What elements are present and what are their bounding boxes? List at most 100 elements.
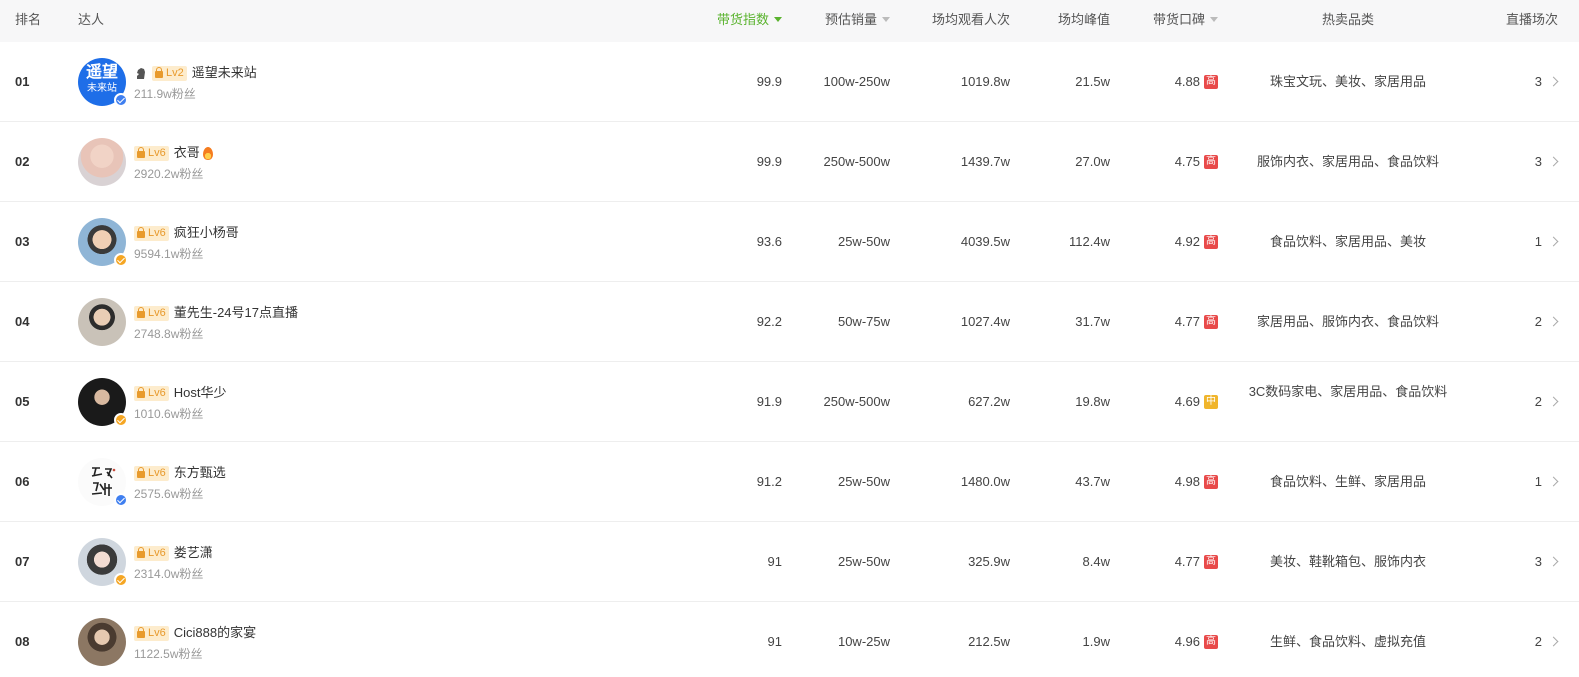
- influencer-name-line[interactable]: Lv6 疯狂小杨哥: [134, 223, 239, 243]
- chevron-right-icon[interactable]: [1548, 236, 1559, 247]
- streams-value: 1: [1534, 474, 1542, 489]
- rating-badge: 高: [1204, 315, 1218, 329]
- table-row[interactable]: 03 Lv6 疯狂小杨哥 9594.1w粉丝 93.6 25w-50w 4039…: [0, 202, 1579, 282]
- fans-count: 1010.6w粉丝: [134, 407, 204, 421]
- level-text: Lv6: [148, 547, 166, 559]
- chevron-right-icon[interactable]: [1548, 316, 1559, 327]
- verified-icon: [114, 493, 128, 507]
- header-score-label: 带货指数: [716, 12, 769, 27]
- avatar[interactable]: [78, 138, 126, 186]
- chevron-right-icon[interactable]: [1548, 396, 1559, 407]
- influencer-name-line[interactable]: Lv6 东方甄选: [134, 463, 226, 483]
- influencer-name[interactable]: 衣哥: [174, 143, 200, 163]
- viewers-value: 1027.4w: [960, 314, 1010, 329]
- sales-value: 25w-50w: [837, 474, 890, 489]
- rank-number: 06: [15, 474, 30, 489]
- sales-value: 250w-500w: [823, 154, 891, 169]
- level-text: Lv6: [148, 307, 166, 319]
- rank-number: 07: [15, 554, 30, 569]
- level-badge: Lv6: [134, 385, 169, 401]
- chevron-right-icon[interactable]: [1548, 556, 1559, 567]
- knight-icon: [137, 68, 145, 79]
- fans-count: 2314.0w粉丝: [134, 567, 204, 581]
- header-viewers: 场均观看人次: [931, 12, 1010, 27]
- streams-value: 1: [1534, 234, 1542, 249]
- avatar-image: [78, 618, 126, 666]
- lock-icon: [155, 66, 163, 78]
- avatar[interactable]: [78, 378, 128, 427]
- influencer-name[interactable]: 疯狂小杨哥: [174, 223, 239, 243]
- categories-value: 食品饮料、家居用品、美妆: [1269, 234, 1426, 249]
- influencer-name[interactable]: 董先生-24号17点直播: [174, 303, 298, 323]
- lock-icon: [137, 306, 145, 318]
- level-text: Lv2: [166, 67, 184, 79]
- rank-number: 01: [15, 74, 30, 89]
- influencer-name-line[interactable]: Lv6 董先生-24号17点直播: [134, 303, 298, 323]
- categories-value: 生鲜、食品饮料、虚拟充值: [1269, 634, 1426, 649]
- sales-value: 50w-75w: [837, 314, 890, 329]
- streams-value: 2: [1534, 314, 1542, 329]
- avatar[interactable]: [78, 618, 126, 666]
- avatar-text: 遥望: [85, 64, 118, 81]
- influencer-name[interactable]: Host华少: [174, 383, 227, 403]
- level-text: Lv6: [148, 147, 166, 159]
- rating-value: 4.98: [1174, 474, 1200, 489]
- table-row[interactable]: 05 Lv6 Host华少 1010.6w粉丝 91.9 250w-500w 6…: [0, 362, 1579, 442]
- streams-value: 3: [1534, 554, 1542, 569]
- score-value: 91: [767, 554, 782, 569]
- header-sales-label: 预估销量: [824, 12, 877, 27]
- influencer-name-line[interactable]: Lv6 娄艺潇: [134, 543, 213, 563]
- avatar[interactable]: 遥望 未来站: [78, 58, 128, 107]
- influencer-name[interactable]: 东方甄选: [174, 463, 226, 483]
- influencer-name-line[interactable]: Lv6 Host华少: [134, 383, 226, 403]
- rank-number: 05: [15, 394, 30, 409]
- sales-value: 250w-500w: [823, 394, 891, 409]
- level-text: Lv6: [148, 627, 166, 639]
- verified-icon: [114, 253, 128, 267]
- lock-icon: [137, 626, 145, 638]
- influencer-name[interactable]: 遥望未来站: [192, 63, 257, 83]
- peak-value: 27.0w: [1075, 154, 1110, 169]
- rating-badge: 高: [1204, 235, 1218, 249]
- level-badge: Lv6: [134, 225, 169, 241]
- score-value: 93.6: [756, 234, 782, 249]
- table-row[interactable]: 01 遥望 未来站 Lv2 遥望未来站 211.9w粉丝 99.9 100w-2…: [0, 42, 1579, 122]
- streams-value: 3: [1534, 154, 1542, 169]
- verified-icon: [114, 573, 128, 587]
- categories-value: 珠宝文玩、美妆、家居用品: [1269, 74, 1426, 89]
- level-text: Lv6: [148, 387, 166, 399]
- chevron-right-icon[interactable]: [1548, 476, 1559, 487]
- influencer-name[interactable]: 娄艺潇: [174, 543, 213, 563]
- influencer-name[interactable]: Cici888的家宴: [174, 623, 256, 643]
- categories-value: 3C数码家电、家居用品、食品饮料: [1248, 384, 1448, 399]
- avatar[interactable]: [78, 538, 128, 587]
- fire-icon: [202, 146, 213, 160]
- chevron-right-icon[interactable]: [1548, 636, 1559, 647]
- rating-value: 4.96: [1174, 634, 1200, 649]
- rating-badge: 高: [1204, 155, 1218, 169]
- header-sales-sort[interactable]: 预估销量: [790, 0, 890, 42]
- influencer-name-line[interactable]: Lv6 Cici888的家宴: [134, 623, 256, 643]
- peak-value: 31.7w: [1075, 314, 1110, 329]
- influencer-name-line[interactable]: Lv6 衣哥: [134, 143, 213, 163]
- table-row[interactable]: 04 Lv6 董先生-24号17点直播 2748.8w粉丝 92.2 50w-7…: [0, 282, 1579, 362]
- table-row[interactable]: 06 Lv6 东方甄选 2575.6w粉丝 91.2 25w-50w 1480.…: [0, 442, 1579, 522]
- fans-count: 9594.1w粉丝: [134, 247, 204, 261]
- table-row[interactable]: 02 Lv6 衣哥 2920.2w粉丝 99.9 250w-500w 1439.…: [0, 122, 1579, 202]
- chevron-right-icon[interactable]: [1548, 76, 1559, 87]
- chevron-right-icon[interactable]: [1548, 156, 1559, 167]
- categories-value: 食品饮料、生鲜、家居用品: [1269, 474, 1426, 489]
- influencer-name-line[interactable]: Lv2 遥望未来站: [134, 63, 257, 83]
- table-row[interactable]: 08 Lv6 Cici888的家宴 1122.5w粉丝 91 10w-25w 2…: [0, 602, 1579, 677]
- header-rating-sort[interactable]: 带货口碑: [1120, 0, 1218, 42]
- table-row[interactable]: 07 Lv6 娄艺潇 2314.0w粉丝 91 25w-50w 325.9w 8…: [0, 522, 1579, 602]
- avatar[interactable]: [78, 218, 128, 267]
- fans-count: 2920.2w粉丝: [134, 167, 204, 181]
- peak-value: 8.4w: [1082, 554, 1110, 569]
- rating-value: 4.77: [1174, 554, 1200, 569]
- sales-value: 25w-50w: [837, 554, 890, 569]
- avatar[interactable]: [78, 298, 126, 346]
- rating-badge: 高: [1204, 75, 1218, 89]
- header-score-sort[interactable]: 带货指数: [690, 0, 782, 42]
- avatar[interactable]: [78, 458, 128, 507]
